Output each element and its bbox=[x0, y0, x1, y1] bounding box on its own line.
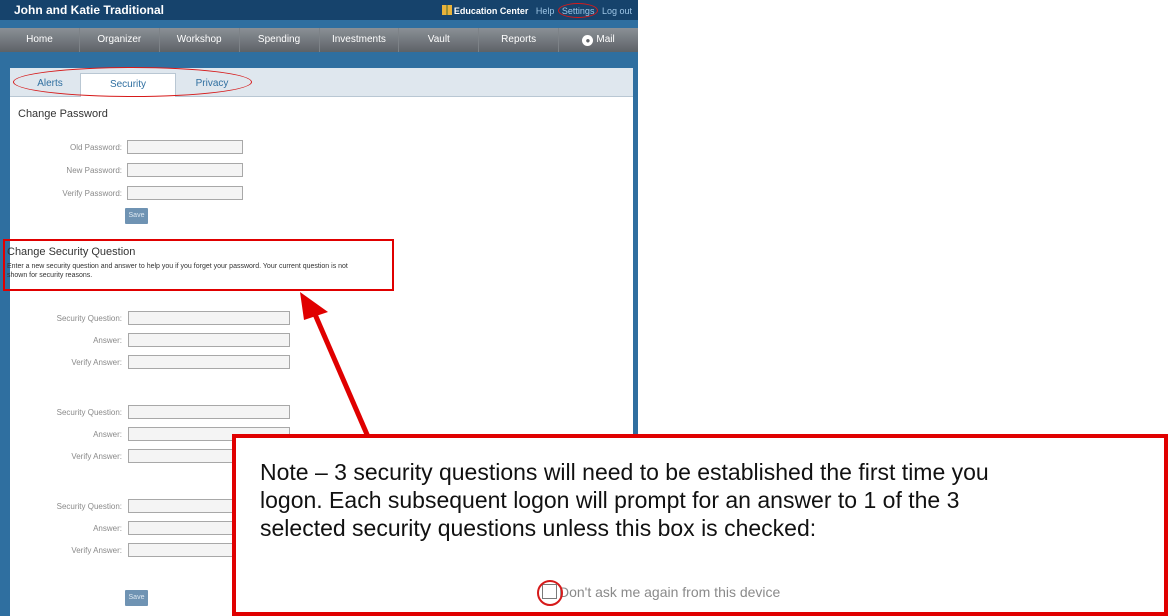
help-link[interactable]: Help bbox=[536, 6, 555, 16]
verify-answer-1-label: Verify Answer: bbox=[71, 358, 122, 367]
logout-link[interactable]: Log out bbox=[602, 6, 632, 16]
security-question-description: Enter a new security question and answer… bbox=[7, 263, 348, 279]
verify-password-label: Verify Password: bbox=[62, 189, 122, 198]
nav-reports[interactable]: Reports bbox=[479, 28, 560, 52]
old-password-label: Old Password: bbox=[69, 143, 122, 152]
security-question-2-input[interactable] bbox=[128, 405, 290, 419]
note-text: Note – 3 security questions will need to… bbox=[260, 459, 989, 541]
nav-home[interactable]: Home bbox=[0, 28, 80, 52]
dont-ask-label: Don't ask me again from this device bbox=[559, 584, 781, 600]
verify-answer-1-input[interactable] bbox=[128, 355, 290, 369]
security-question-1-input[interactable] bbox=[128, 311, 290, 325]
top-links: Education Center Help Settings Log out bbox=[437, 5, 632, 16]
new-password-input[interactable] bbox=[127, 163, 243, 177]
security-question-2-label: Security Question: bbox=[56, 408, 122, 417]
answer-1-input[interactable] bbox=[128, 333, 290, 347]
app-title: John and Katie Traditional bbox=[14, 3, 165, 17]
checkbox-highlight-oval bbox=[537, 580, 563, 606]
change-password-title: Change Password bbox=[18, 108, 108, 120]
nav-investments[interactable]: Investments bbox=[320, 28, 400, 52]
verify-answer-3-label: Verify Answer: bbox=[71, 546, 122, 555]
note-callout: Note – 3 security questions will need to… bbox=[232, 434, 1168, 616]
mail-icon: ● bbox=[582, 35, 594, 46]
old-password-input[interactable] bbox=[127, 140, 243, 154]
answer-2-label: Answer: bbox=[93, 430, 122, 439]
nav-organizer[interactable]: Organizer bbox=[80, 28, 160, 52]
security-question-1-label: Security Question: bbox=[56, 314, 122, 323]
security-question-3-label: Security Question: bbox=[56, 502, 122, 511]
education-center-link[interactable]: Education Center bbox=[441, 5, 529, 16]
nav-workshop[interactable]: Workshop bbox=[160, 28, 240, 52]
book-icon bbox=[441, 5, 452, 15]
nav-vault[interactable]: Vault bbox=[399, 28, 480, 52]
change-security-question-title: Change Security Question bbox=[7, 246, 136, 258]
nav-spending[interactable]: Spending bbox=[240, 28, 320, 52]
save-password-button[interactable]: Save bbox=[125, 208, 148, 224]
answer-1-label: Answer: bbox=[93, 336, 122, 345]
dont-ask-option[interactable]: Don't ask me again from this device bbox=[542, 584, 780, 600]
new-password-label: New Password: bbox=[66, 166, 122, 175]
nav-mail[interactable]: ● Mail bbox=[559, 28, 638, 52]
answer-3-label: Answer: bbox=[93, 524, 122, 533]
tab-strip: Alerts Security Privacy bbox=[10, 67, 633, 97]
verify-password-input[interactable] bbox=[127, 186, 243, 200]
main-nav: Home Organizer Workshop Spending Investm… bbox=[0, 28, 638, 52]
nav-mail-label: Mail bbox=[596, 34, 615, 45]
verify-answer-2-label: Verify Answer: bbox=[71, 452, 122, 461]
education-center-label: Education Center bbox=[453, 6, 529, 16]
top-bar: John and Katie Traditional Education Cen… bbox=[0, 0, 638, 20]
settings-link[interactable]: Settings bbox=[562, 6, 595, 16]
save-questions-button[interactable]: Save bbox=[125, 590, 148, 606]
tabs-highlight-oval bbox=[13, 67, 252, 97]
